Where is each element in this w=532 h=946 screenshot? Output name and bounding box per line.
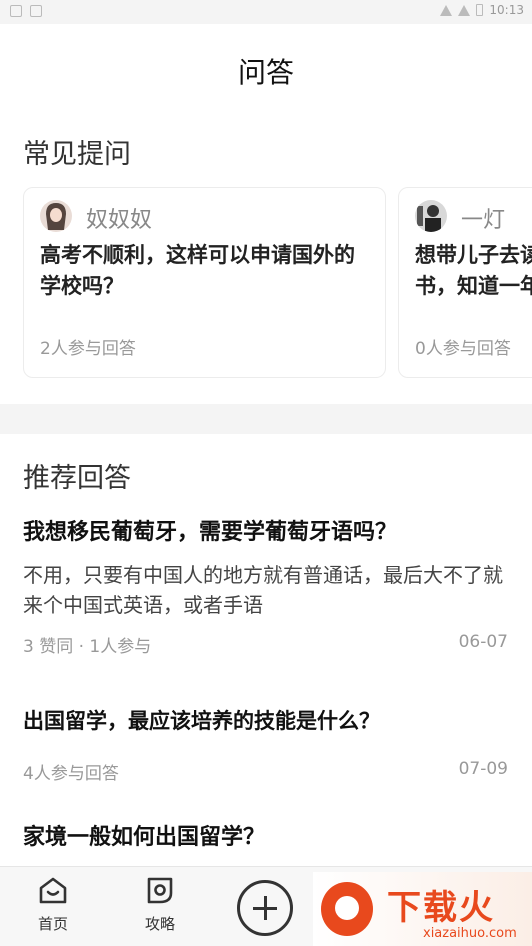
status-bar: 10:13	[0, 0, 532, 24]
page-title: 问答	[237, 56, 294, 89]
tab-home[interactable]: 首页	[23, 875, 83, 934]
avatar	[415, 200, 447, 232]
watermark-url: xiazaihuo.com	[423, 926, 517, 941]
status-time: 10:13	[489, 3, 524, 17]
avatar	[40, 200, 72, 232]
battery-icon	[476, 4, 484, 16]
notification-icon	[30, 5, 42, 17]
guide-icon	[145, 877, 175, 909]
flame-logo-icon	[321, 882, 373, 936]
faq-heading: 常见提问	[23, 139, 131, 170]
card-meta: 0人参与回答	[415, 339, 511, 359]
card-author: 一灯	[461, 208, 506, 233]
wifi-icon	[440, 4, 453, 16]
card-question: 高考不顺利，这样可以申请国外的学校吗？	[40, 243, 355, 298]
tab-label: 攻略	[144, 915, 175, 933]
answer-date: 06-07	[458, 632, 508, 652]
card-author: 奴奴奴	[86, 208, 153, 233]
question-card[interactable]: 奴奴奴 高考不顺利，这样可以申请国外的学校吗？ 2人参与回答	[23, 187, 386, 378]
question-card[interactable]: 一灯 想带儿子去读书，知道一年生活费 0人参与回答	[398, 187, 532, 378]
watermark-text: 下载火	[387, 888, 495, 928]
answer-question[interactable]: 我想移民葡萄牙，需要学葡萄牙语吗？	[23, 514, 397, 546]
main-content: 问答 常见提问 奴奴奴 高考不顺利，这样可以申请国外的学校吗？ 2人参与回答 一…	[0, 24, 532, 866]
answer-question[interactable]: 家境一般如何出国留学？	[23, 819, 265, 851]
signal-icon	[458, 4, 471, 16]
answer-meta: 4人参与回答	[23, 764, 119, 784]
answer-text[interactable]: 不用，只要有中国人的地方就有普通话，最后大不了就来个中国式英语，或者手语	[23, 560, 513, 620]
home-icon	[38, 877, 68, 909]
watermark: 下载火 xiazaihuo.com	[313, 872, 532, 946]
add-icon[interactable]	[237, 880, 293, 936]
recommended-heading: 推荐回答	[23, 463, 131, 494]
tab-guide[interactable]: 攻略	[130, 875, 190, 934]
answer-date: 07-09	[458, 759, 508, 779]
card-question: 想带儿子去读书，知道一年生活费	[415, 243, 532, 298]
answer-question[interactable]: 出国留学，最应该培养的技能是什么？	[23, 705, 380, 735]
section-divider	[0, 404, 532, 434]
answer-meta: 3 赞同 · 1人参与	[23, 637, 152, 657]
notification-icon	[10, 5, 22, 17]
card-meta: 2人参与回答	[40, 339, 136, 359]
tab-label: 首页	[37, 915, 68, 933]
